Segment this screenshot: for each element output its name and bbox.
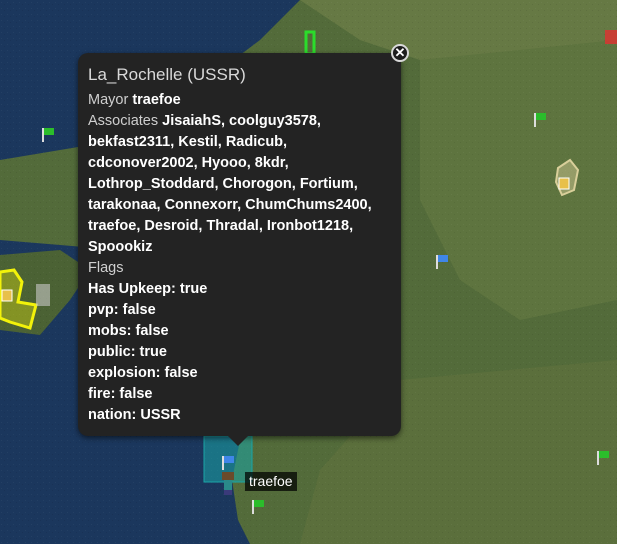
mayor-label: Mayor — [88, 92, 129, 108]
flag-entry: explosion: false — [88, 365, 198, 381]
player-name-label[interactable]: traefoe — [245, 472, 297, 491]
mayor-row: Mayor traefoe — [88, 90, 391, 111]
flag-entry: Has Upkeep: true — [88, 281, 208, 297]
flag-entry: mobs: false — [88, 323, 169, 339]
town-border-northeast[interactable] — [605, 30, 617, 44]
popup-pointer — [228, 436, 248, 446]
associates-line: traefoe, Desroid, Thradal, Ironbot1218, — [88, 218, 354, 234]
flag-entry: public: true — [88, 344, 167, 360]
town-icon-east[interactable] — [558, 177, 570, 190]
associates-line: cdconover2002, Hyooo, 8kdr, — [88, 155, 289, 171]
close-icon[interactable]: ✕ — [395, 45, 406, 60]
flags-label: Flags — [88, 260, 124, 276]
town-border-west-grey[interactable] — [36, 284, 50, 306]
associates-line: JisaiahS, coolguy3578, — [162, 113, 321, 129]
close-popup-button[interactable]: ✕ — [391, 44, 409, 62]
flag-entry: pvp: false — [88, 302, 156, 318]
associates-line: Spoookiz — [88, 239, 153, 255]
associates-line: tarakonaa, Connexorr, ChumChums2400, — [88, 197, 372, 213]
associates-row: Associates JisaiahS, coolguy3578, — [88, 111, 391, 132]
flag-entry: nation: USSR — [88, 407, 181, 423]
associates-label: Associates — [88, 113, 159, 129]
town-title: La_Rochelle (USSR) — [88, 65, 246, 84]
associates-line: Lothrop_Stoddard, Chorogon, Fortium, — [88, 176, 358, 192]
mayor-value: traefoe — [132, 92, 181, 108]
town-icon-west[interactable] — [1, 289, 13, 302]
town-info-popup: La_Rochelle (USSR) Mayor traefoe Associa… — [78, 53, 401, 436]
flag-entry: fire: false — [88, 386, 153, 402]
associates-line: bekfast2311, Kestil, Radicub, — [88, 134, 288, 150]
